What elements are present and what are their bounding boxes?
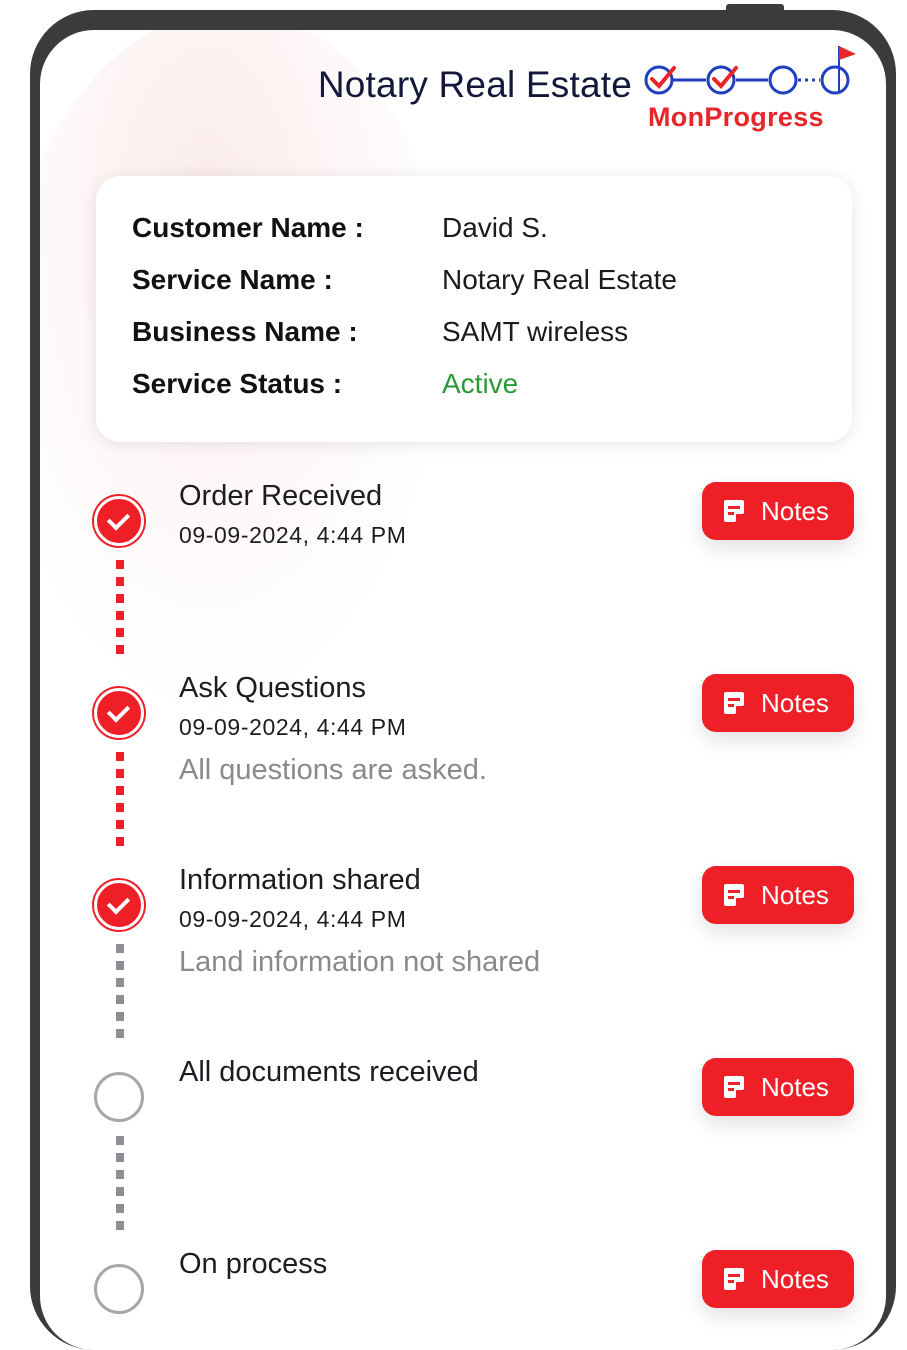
step-note: All questions are asked. bbox=[179, 754, 487, 786]
detail-value: Notary Real Estate bbox=[442, 264, 677, 295]
step-note: Land information not shared bbox=[179, 946, 541, 978]
step-date: 09-09-2024, 4:44 PM bbox=[179, 906, 407, 932]
brand-name: MonProgress bbox=[648, 102, 824, 132]
page-title: Notary Real Estate bbox=[317, 64, 632, 105]
detail-row-customer-name: Customer Name : David S. bbox=[132, 212, 832, 252]
notes-button[interactable]: Notes bbox=[702, 1250, 854, 1308]
notes-button[interactable]: Notes bbox=[702, 674, 854, 732]
timeline-step-ask-questions: Ask Questions 09-09-2024, 4:44 PM All qu… bbox=[40, 672, 886, 808]
notes-button-label: Notes bbox=[761, 880, 829, 910]
detail-label: Service Name : bbox=[132, 264, 333, 295]
detail-row-service-name: Service Name : Notary Real Estate bbox=[132, 264, 832, 304]
step-date: 09-09-2024, 4:44 PM bbox=[179, 522, 407, 548]
detail-value: SAMT wireless bbox=[442, 316, 629, 347]
notes-button-label: Notes bbox=[761, 1264, 829, 1294]
notes-button[interactable]: Notes bbox=[702, 866, 854, 924]
note-icon bbox=[724, 692, 744, 714]
app-screen: Notary Real Estate MonProgress Customer … bbox=[40, 30, 886, 1350]
step-title: On process bbox=[179, 1248, 328, 1280]
notes-button-label: Notes bbox=[761, 496, 829, 526]
brand-logo: MonProgress bbox=[642, 40, 862, 136]
step-date: 09-09-2024, 4:44 PM bbox=[179, 714, 407, 740]
step-title: Order Received bbox=[179, 480, 383, 512]
notes-button[interactable]: Notes bbox=[702, 482, 854, 540]
empty-circle-icon bbox=[94, 1072, 144, 1122]
check-circle-icon bbox=[94, 880, 144, 930]
detail-label: Customer Name : bbox=[132, 212, 364, 243]
timeline-step-order-received: Order Received 09-09-2024, 4:44 PM Notes bbox=[40, 480, 886, 616]
detail-row-business-name: Business Name : SAMT wireless bbox=[132, 316, 832, 356]
timeline-step-all-documents-received: All documents received Notes bbox=[40, 1056, 886, 1192]
note-icon bbox=[724, 1268, 744, 1290]
detail-label: Business Name : bbox=[132, 316, 358, 347]
step-title: Information shared bbox=[179, 864, 421, 896]
check-circle-icon bbox=[94, 496, 144, 546]
step-title: All documents received bbox=[179, 1056, 479, 1088]
notes-button[interactable]: Notes bbox=[702, 1058, 854, 1116]
note-icon bbox=[724, 500, 744, 522]
note-icon bbox=[724, 1076, 744, 1098]
status-badge: Active bbox=[442, 368, 519, 399]
notes-button-label: Notes bbox=[761, 1072, 829, 1102]
detail-value: David S. bbox=[442, 212, 548, 243]
step-title: Ask Questions bbox=[179, 672, 366, 704]
notes-button-label: Notes bbox=[761, 688, 829, 718]
service-details-card: Customer Name : David S. Service Name : … bbox=[96, 176, 852, 442]
timeline-step-information-shared: Information shared 09-09-2024, 4:44 PM L… bbox=[40, 864, 886, 1000]
progress-checkmarks-icon bbox=[644, 46, 856, 95]
detail-row-service-status: Service Status : Active bbox=[132, 368, 832, 408]
note-icon bbox=[724, 884, 744, 906]
detail-label: Service Status : bbox=[132, 368, 343, 399]
empty-circle-icon bbox=[94, 1264, 144, 1314]
timeline-step-on-process: On process Notes bbox=[40, 1248, 886, 1350]
check-circle-icon bbox=[94, 688, 144, 738]
